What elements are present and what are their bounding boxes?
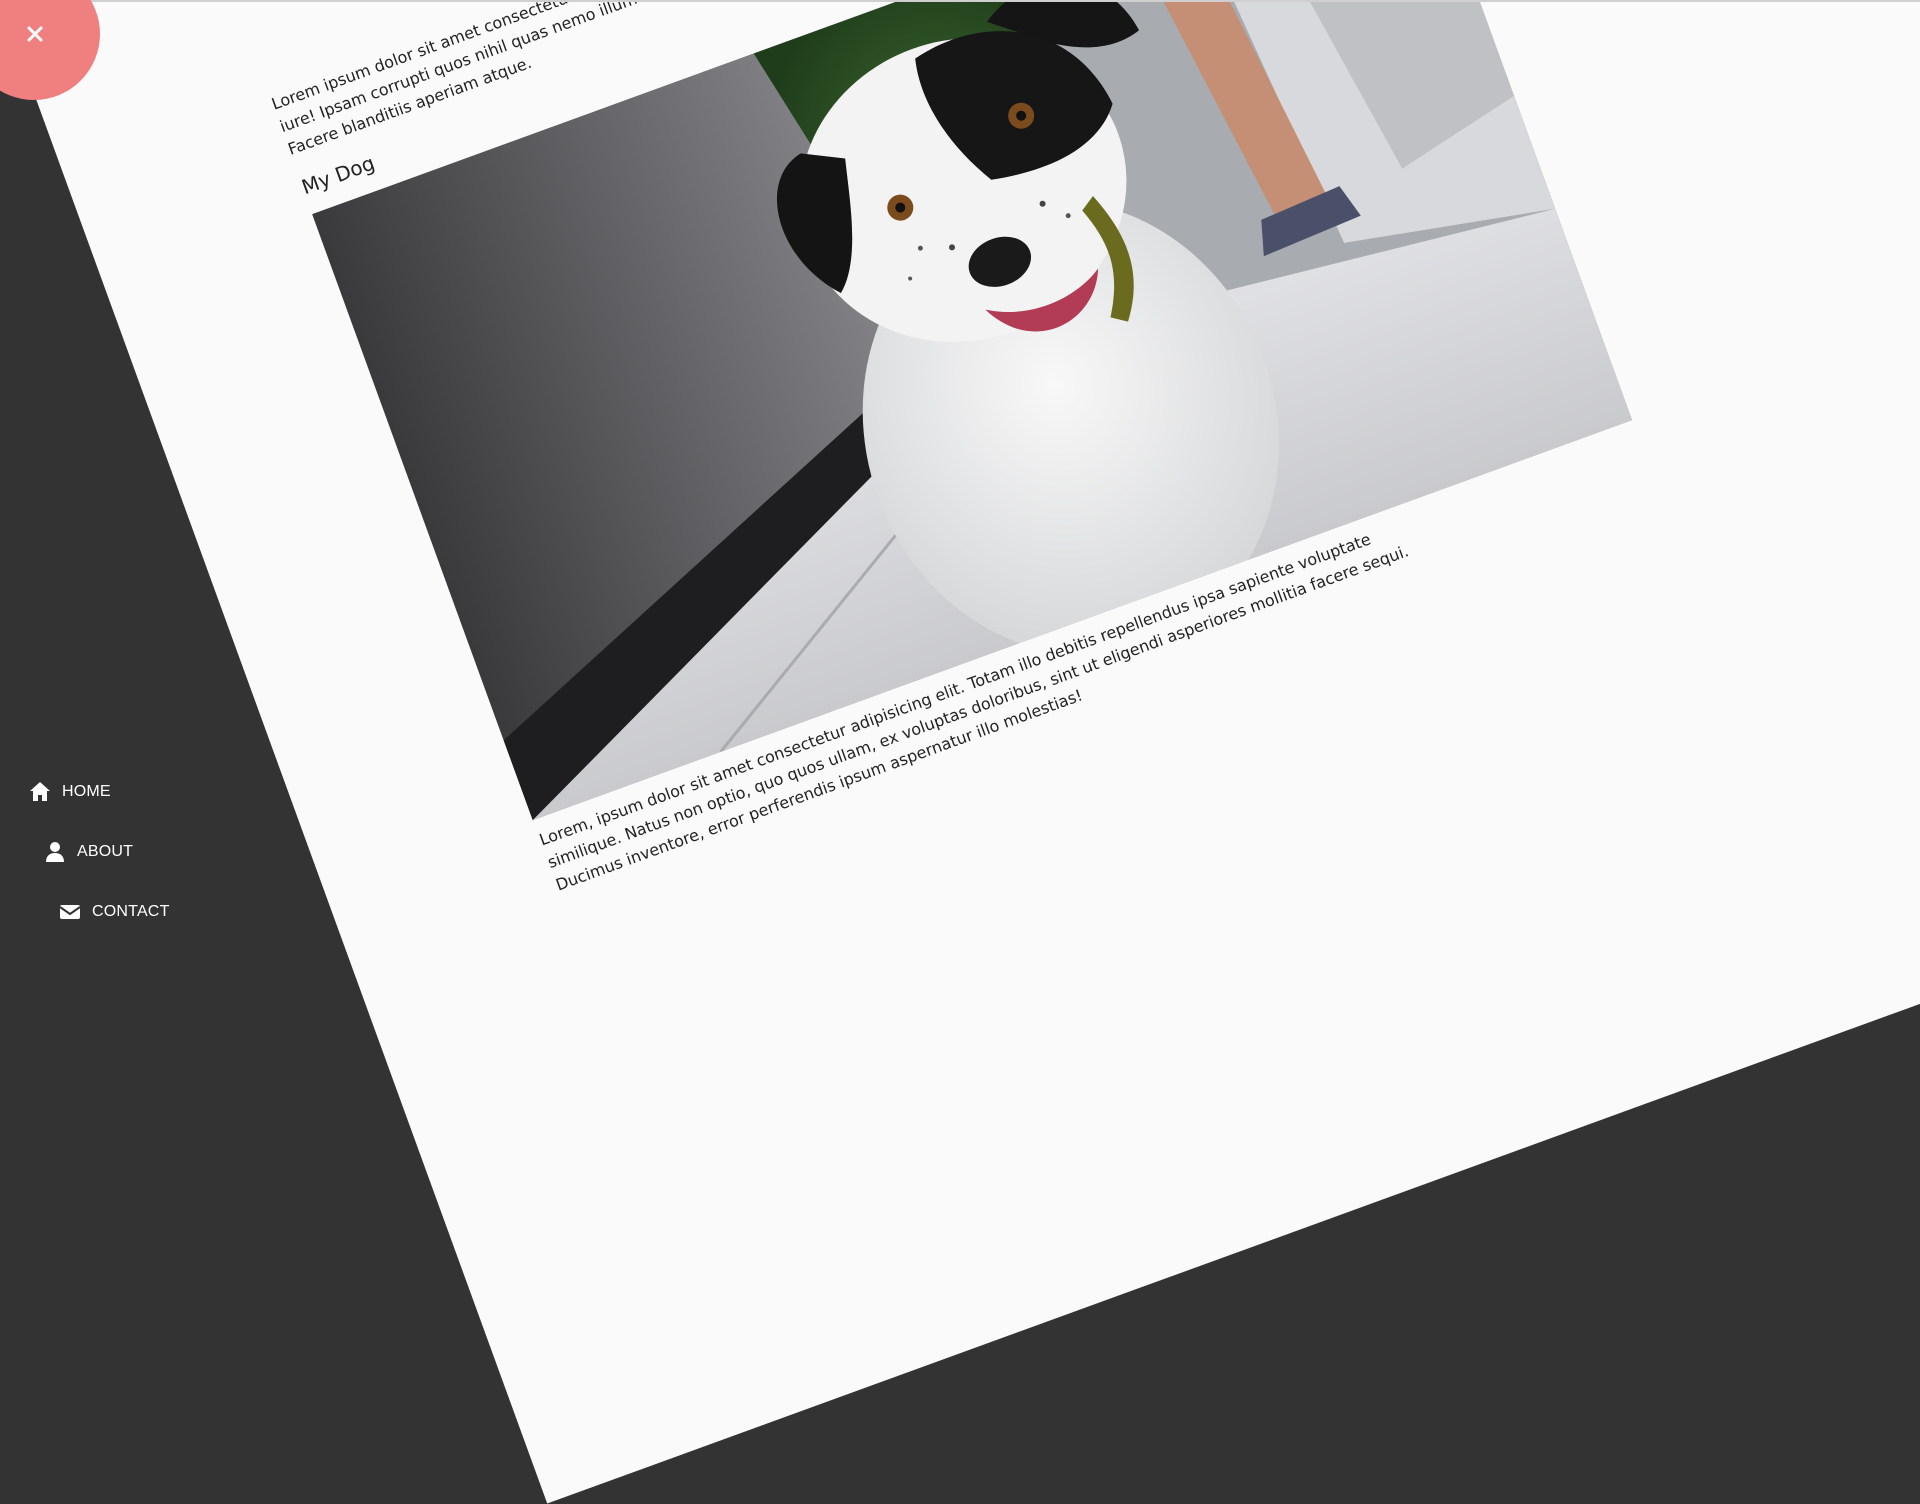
top-border (0, 0, 1920, 2)
main-content: Lorem ipsum dolor sit amet consectetur a… (268, 0, 1669, 897)
close-icon (27, 26, 43, 42)
nav-item-about[interactable]: ABOUT (43, 840, 133, 864)
user-icon (46, 842, 64, 862)
nav-item-contact[interactable]: CONTACT (58, 900, 170, 924)
rotated-page-container: Lorem ipsum dolor sit amet consectetur a… (0, 0, 1920, 1504)
nav-label-home: HOME (62, 783, 111, 800)
nav-label-about: ABOUT (77, 843, 134, 860)
home-icon (30, 782, 50, 801)
nav-item-home[interactable]: HOME (28, 780, 111, 804)
nav-label-contact: CONTACT (92, 903, 170, 920)
envelope-icon (59, 905, 81, 919)
